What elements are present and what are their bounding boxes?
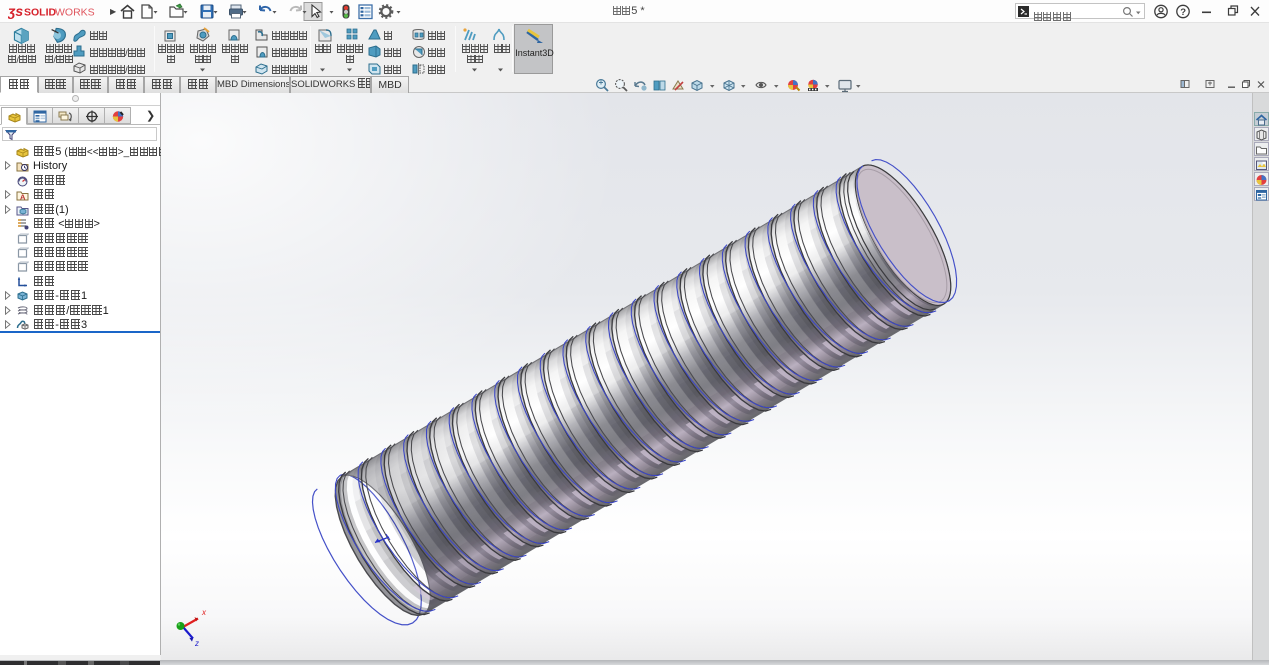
svg-text:ʒs: ʒs	[8, 3, 23, 19]
svg-text:SOLID: SOLID	[24, 7, 57, 19]
svg-text:?: ?	[1180, 7, 1186, 18]
svg-text:z: z	[194, 639, 199, 648]
svg-text:x: x	[201, 608, 207, 617]
svg-text:WORKS: WORKS	[55, 7, 95, 19]
svg-text:A: A	[20, 193, 26, 202]
